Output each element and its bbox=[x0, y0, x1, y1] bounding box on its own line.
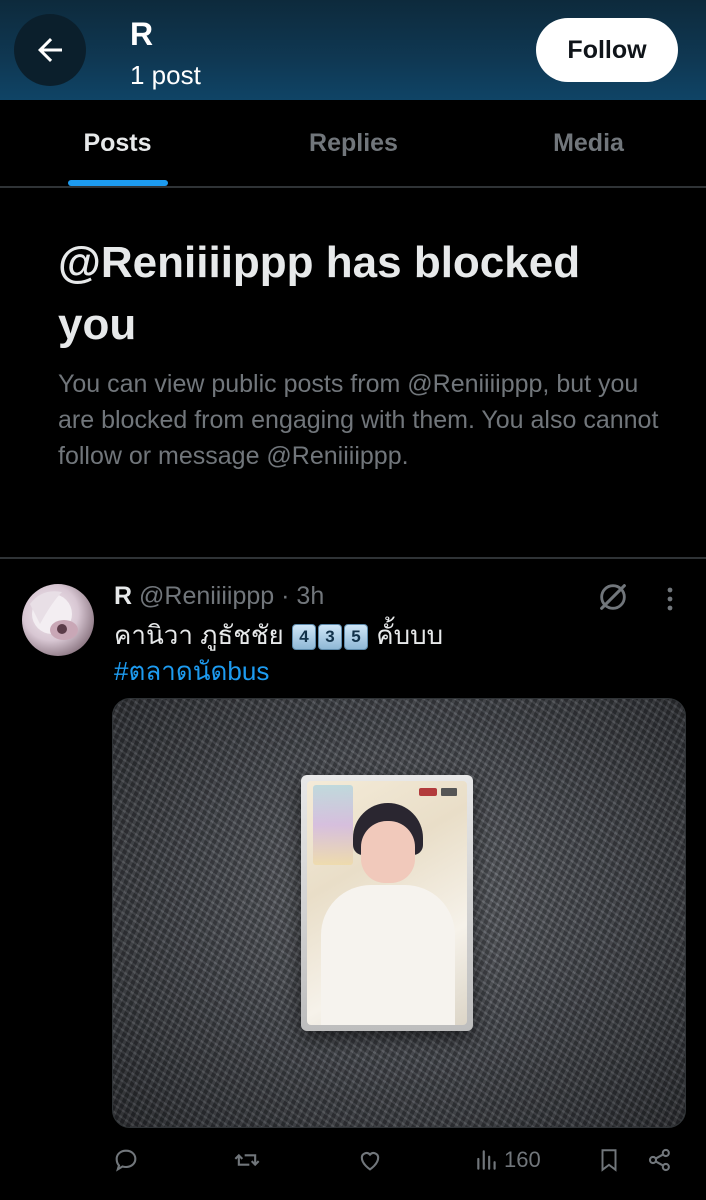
meta-separator: · bbox=[281, 582, 290, 610]
more-button[interactable] bbox=[660, 586, 680, 617]
follow-button[interactable]: Follow bbox=[536, 18, 678, 82]
holographic-strip bbox=[313, 785, 353, 865]
like-icon bbox=[360, 1152, 380, 1171]
post-time[interactable]: 3h bbox=[296, 582, 324, 610]
avatar[interactable] bbox=[22, 584, 94, 656]
divider bbox=[0, 557, 706, 559]
like-button[interactable] bbox=[356, 1140, 384, 1180]
views-button[interactable]: 160 bbox=[474, 1140, 541, 1180]
repost-button[interactable] bbox=[232, 1140, 262, 1180]
reply-icon bbox=[115, 1149, 137, 1172]
views-count: 160 bbox=[504, 1147, 541, 1172]
photocard-image bbox=[307, 781, 467, 1025]
more-vertical-icon bbox=[667, 587, 673, 611]
arrow-left-icon bbox=[38, 38, 62, 62]
back-button[interactable] bbox=[14, 14, 86, 86]
bookmark-icon bbox=[601, 1149, 617, 1172]
keycap-emoji: 4 bbox=[291, 624, 316, 651]
post-actions: 160 bbox=[112, 1140, 692, 1180]
keycap-emoji: 3 bbox=[317, 624, 342, 651]
tab-replies[interactable]: Replies bbox=[236, 100, 471, 186]
bookmark-button[interactable] bbox=[596, 1140, 622, 1180]
post-text-suffix: คั้บบบ bbox=[376, 620, 444, 650]
share-button[interactable] bbox=[646, 1140, 674, 1180]
card-logo bbox=[419, 787, 459, 799]
post-author-handle[interactable]: @Reniiiippp bbox=[139, 582, 274, 610]
person-face bbox=[361, 821, 415, 883]
keycap-emoji: 5 bbox=[343, 624, 368, 651]
share-icon bbox=[648, 1148, 670, 1172]
post-meta: R @Reniiiippp · 3h bbox=[114, 582, 324, 611]
avatar-image bbox=[30, 591, 78, 640]
grok-button[interactable] bbox=[596, 580, 630, 619]
post-author-name[interactable]: R bbox=[114, 582, 132, 610]
person-body bbox=[321, 885, 455, 1025]
post-media-image[interactable] bbox=[112, 698, 686, 1128]
blocked-description: You can view public posts from @Reniiiip… bbox=[58, 370, 659, 470]
repost-icon bbox=[234, 1153, 260, 1167]
post-hashtag[interactable]: #ตลาดนัดbus bbox=[114, 654, 269, 688]
views-icon bbox=[477, 1150, 496, 1170]
profile-name: R bbox=[130, 16, 154, 52]
active-tab-indicator bbox=[68, 180, 168, 186]
grok-icon bbox=[600, 584, 626, 610]
post-text-main: คานิวา ภูธัชชัย bbox=[114, 620, 284, 650]
post-count: 1 post bbox=[130, 60, 201, 90]
reply-button[interactable] bbox=[112, 1140, 140, 1180]
tab-posts[interactable]: Posts bbox=[0, 100, 235, 186]
profile-header: R 1 post Follow bbox=[0, 0, 706, 100]
blocked-title: @Reniiiippp has blocked you bbox=[58, 238, 581, 349]
photocard bbox=[301, 775, 473, 1031]
profile-tabs: Posts Replies Media bbox=[0, 100, 706, 188]
tab-media[interactable]: Media bbox=[471, 100, 706, 186]
post-text: คานิวา ภูธัชชัย 435 คั้บบบ bbox=[114, 618, 443, 652]
